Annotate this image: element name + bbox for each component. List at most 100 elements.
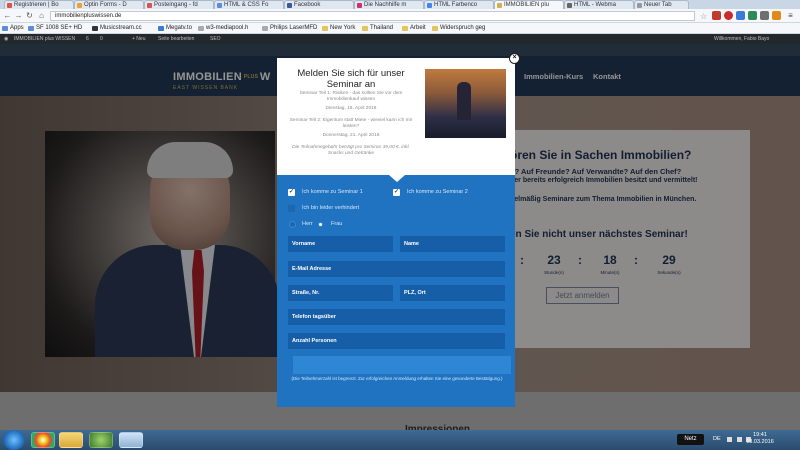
extension-icon[interactable] [736, 11, 745, 20]
radio-frau[interactable] [318, 222, 323, 227]
checkbox-verhindert-label: Ich bin leider verhindert [302, 205, 360, 211]
google-icon [427, 3, 432, 8]
tab-optin-forms[interactable]: Optin Forms - D [74, 0, 144, 9]
wp-logo-icon[interactable]: ◉ [4, 34, 8, 44]
checkbox-seminar-2-label: Ich komme zu Seminar 2 [407, 189, 468, 195]
checkbox-seminar-1[interactable]: ✓ [288, 189, 295, 196]
bookmark-icon [28, 26, 34, 31]
network-label[interactable]: Netz [677, 434, 704, 445]
last-name-field[interactable]: Name [400, 236, 505, 252]
phone-field[interactable]: Telefon tagsüber [288, 309, 505, 325]
wp-edit-page[interactable]: Seite bearbeiten [158, 34, 194, 44]
folder-icon [432, 26, 438, 31]
fee-note: Die Teilnahmegebühr beträgt pro Seminar … [292, 145, 410, 157]
radio-frau-label: Frau [331, 221, 343, 227]
bookmark-philips[interactable]: Philips LaserMFD [262, 23, 317, 34]
folder-icon [362, 26, 368, 31]
tab-posteingang[interactable]: Posteingang - fd [144, 0, 214, 9]
seminar-2-date: Donnerstag, 21. April 2016 [322, 133, 380, 138]
bookmark-folder-widerspruch[interactable]: Widerspruch geg [432, 23, 485, 34]
bookmark-sf1008[interactable]: SF 1008 SE+ HD [28, 23, 82, 34]
street-field[interactable]: Straße, Nr. [288, 285, 393, 301]
favicon-icon [7, 3, 12, 8]
tab-immobilien-active[interactable]: IMMOBILIEN plu [494, 0, 564, 9]
wp-new[interactable]: + Neu [132, 34, 145, 44]
bookmark-icon [198, 26, 204, 31]
tab-nachhilfe[interactable]: Die Nachhilfe m [354, 0, 424, 9]
wp-admin-bar: ◉ IMMOBILIEN plus WISSEN 6 0 + Neu Seite… [0, 34, 800, 44]
bookmark-w3mediapool[interactable]: w3-mediapool.h [198, 23, 248, 34]
modal-pointer [389, 175, 405, 182]
wp-comments[interactable]: 0 [100, 34, 103, 44]
bookmark-apps[interactable]: Apps [2, 23, 24, 34]
forward-icon[interactable]: → [14, 11, 23, 21]
wp-updates[interactable]: 6 [86, 34, 89, 44]
first-name-field[interactable]: Vorname [288, 236, 393, 252]
zip-city-field[interactable]: PLZ, Ort [400, 285, 505, 301]
bookmark-icon [158, 26, 164, 31]
extension-icon[interactable] [760, 11, 769, 20]
wp-seo[interactable]: SEO [210, 34, 221, 44]
submit-button[interactable]: Anmelden [293, 356, 511, 374]
favicon-icon [497, 3, 502, 8]
extension-icon[interactable] [772, 11, 781, 20]
windows-start-icon[interactable] [3, 430, 25, 450]
apps-icon [2, 26, 8, 31]
tab-neuer-tab[interactable]: Neuer Tab [634, 0, 689, 9]
bookmark-folder-thailand[interactable]: Thailand [362, 23, 393, 34]
tab-strip: Registrieren | Bo Optin Forms - D Postei… [0, 0, 800, 9]
folder-icon [322, 26, 328, 31]
app-icon[interactable] [119, 432, 143, 448]
wp-user-greeting[interactable]: Willkommen, Fabio Bayo [714, 34, 769, 44]
home-icon[interactable]: ⌂ [37, 11, 46, 21]
tab-registrieren[interactable]: Registrieren | Bo [4, 0, 74, 9]
close-icon[interactable]: × [509, 53, 520, 64]
checkbox-seminar-2[interactable]: ✓ [393, 189, 400, 196]
tab-facebook[interactable]: Facebook [284, 0, 354, 9]
star-icon[interactable]: ☆ [700, 12, 707, 21]
system-clock[interactable]: 19:41 18.03.2016 [728, 432, 792, 446]
folder-icon [402, 26, 408, 31]
language-indicator[interactable]: DE [713, 436, 721, 442]
app-icon[interactable] [89, 432, 113, 448]
wp-site-name[interactable]: IMMOBILIEN plus WISSEN [14, 34, 75, 44]
bookmark-icon [92, 26, 98, 31]
bookmark-folder-newyork[interactable]: New York [322, 23, 355, 34]
chrome-icon[interactable] [31, 432, 55, 448]
persons-field[interactable]: Anzahl Personen [288, 333, 505, 349]
bookmark-folder-arbeit[interactable]: Arbeit [402, 23, 426, 34]
form-footnote: (Die Teilnehmerzahl ist begrenzt. Zur er… [291, 376, 503, 381]
radio-herr[interactable] [289, 221, 296, 228]
bookmark-icon [262, 26, 268, 31]
menu-icon[interactable]: ≡ [786, 11, 795, 21]
bookmark-musicstream[interactable]: Musicstream.cc [92, 23, 142, 34]
checkbox-seminar-1-label: Ich komme zu Seminar 1 [302, 189, 363, 195]
tab-html-webmaster[interactable]: HTML - Webma [564, 0, 634, 9]
seminar-2-text: Seminar Teil 2: Eigentum statt Miete - w… [289, 118, 413, 130]
favicon-icon [567, 3, 572, 8]
seminar-photo-speaker [457, 82, 471, 120]
facebook-icon [287, 3, 292, 8]
bookmark-megatv[interactable]: Megatv.to [158, 23, 192, 34]
abp-icon[interactable] [724, 11, 733, 20]
reload-icon[interactable]: ↻ [25, 11, 34, 21]
address-bar[interactable]: immobilienpluswissen.de [50, 11, 695, 21]
back-icon[interactable]: ← [3, 11, 12, 21]
bookmarks-bar: Apps SF 1008 SE+ HD Musicstream.cc Megat… [0, 23, 800, 34]
radio-herr-label: Herr [302, 221, 313, 227]
favicon-icon [217, 3, 222, 8]
modal-title: Melden Sie sich für unser Seminar an [297, 68, 405, 90]
email-field[interactable]: E-Mail Adresse [288, 261, 505, 277]
extension-icon[interactable] [712, 11, 721, 20]
favicon-icon [357, 3, 362, 8]
tab-html-css[interactable]: HTML & CSS Fo [214, 0, 284, 9]
explorer-folder-icon[interactable] [59, 432, 83, 448]
favicon-icon [637, 3, 642, 8]
checkbox-verhindert[interactable] [288, 205, 295, 212]
gmail-icon [147, 3, 152, 8]
extension-icon[interactable] [748, 11, 757, 20]
favicon-icon [77, 3, 82, 8]
seminar-1-text: Seminar Teil 1: Risiken - das sollten Si… [299, 91, 403, 103]
seminar-1-date: Dienstag, 19. April 2016 [325, 106, 377, 111]
tab-html-farben[interactable]: HTML Farbenco [424, 0, 494, 9]
